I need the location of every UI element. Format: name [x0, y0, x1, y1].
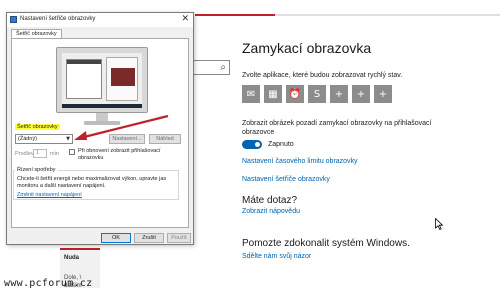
screensaver-select-value: (Žádný) [18, 136, 37, 142]
improve-heading: Pomozte zdokonalit systém Windows. [242, 238, 410, 249]
toggle-knob [255, 142, 260, 147]
power-text: Chcete-li šetřit energii nebo maximalizo… [17, 176, 167, 189]
alarm-icon[interactable]: ⏰ [286, 85, 304, 103]
preview-taskbar [62, 104, 142, 108]
screensaver-select[interactable]: (Žádný) ▼ [15, 134, 73, 144]
mouse-cursor-icon [435, 218, 443, 230]
apps-description: Zvolte aplikace, které budou zobrazovat … [242, 72, 403, 79]
resume-label: Při obnovení zobrazit přihlašovací obraz… [78, 148, 161, 161]
preview-image [111, 68, 135, 86]
monitor-icon [10, 16, 17, 23]
settings-button[interactable]: Nastavení... [109, 134, 145, 144]
add-icon[interactable]: + [352, 85, 370, 103]
power-title: Řízení spotřeby [15, 167, 58, 173]
cancel-button[interactable]: Zrušit [134, 233, 164, 243]
screensaver-dialog: Nastavení šetřiče obrazovky ✕ Šetřič obr… [6, 12, 194, 245]
screen-timeout-link[interactable]: Nastavení časového limitu obrazovky [242, 158, 358, 165]
resume-checkbox[interactable] [69, 149, 75, 155]
preview-window [106, 57, 138, 101]
ok-button[interactable]: OK [101, 233, 131, 243]
dialog-titlebar[interactable]: Nastavení šetřiče obrazovky ✕ [7, 13, 193, 27]
preview-window-bar [67, 60, 101, 64]
skype-icon[interactable]: S [308, 85, 326, 103]
preview-window [66, 59, 102, 99]
help-link[interactable]: Zobrazit nápovědu [242, 208, 300, 215]
add-icon[interactable]: + [330, 85, 348, 103]
monitor-screen [62, 53, 142, 108]
background-description: Zobrazit obrázek pozadí zamykací obrazov… [242, 120, 432, 136]
search-icon[interactable]: ⌕ [220, 62, 226, 73]
dialog-title: Nastavení šetřiče obrazovky [20, 16, 96, 22]
monitor-preview [56, 47, 148, 129]
question-heading: Máte dotaz? [242, 195, 298, 206]
screen-saver-link[interactable]: Nastavení šetřiče obrazovky [242, 176, 330, 183]
chevron-down-icon: ▼ [66, 136, 70, 142]
search-input[interactable]: ⌕ [192, 60, 230, 75]
calendar-icon[interactable]: ▦ [264, 85, 282, 103]
feedback-link[interactable]: Sdělte nám svůj názor [242, 253, 311, 260]
background-toggle[interactable] [242, 140, 262, 149]
screensaver-label: Šetřič obrazovky [15, 124, 60, 130]
card-title: Nuda [64, 255, 79, 261]
add-icon[interactable]: + [374, 85, 392, 103]
mail-icon[interactable]: ✉ [242, 85, 260, 103]
quick-status-apps: ✉ ▦ ⏰ S + + + [242, 85, 392, 103]
power-settings-link[interactable]: Změnit nastavení napájení [17, 192, 82, 198]
monitor-bezel [56, 47, 148, 113]
header-accent-line [195, 14, 275, 16]
monitor-base [84, 121, 120, 125]
monitor-neck [96, 113, 108, 121]
page-title: Zamykací obrazovka [242, 40, 372, 56]
wait-stepper[interactable]: 1 [33, 149, 47, 158]
close-icon[interactable]: ✕ [181, 14, 189, 24]
watermark: www.pcforum.cz [4, 278, 93, 289]
apply-button[interactable]: Použít [167, 233, 191, 243]
preview-button[interactable]: Náhled [149, 134, 181, 144]
toggle-state-label: Zapnuto [268, 141, 294, 148]
wait-unit: min [50, 151, 59, 157]
